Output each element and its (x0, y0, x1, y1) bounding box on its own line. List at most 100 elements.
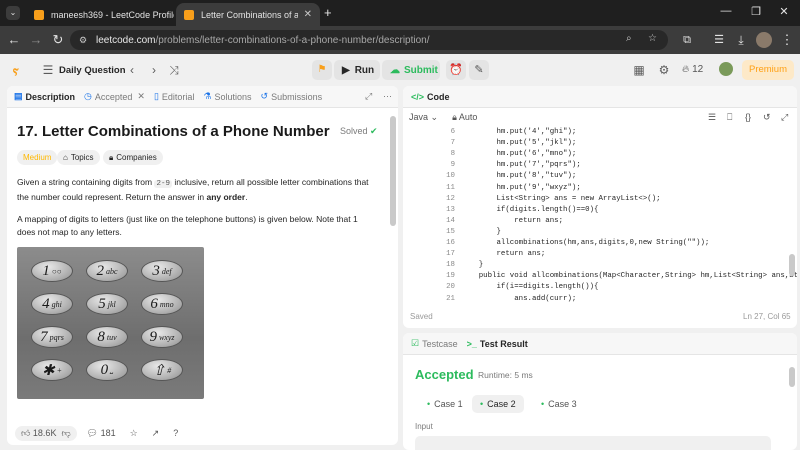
pass-dot-icon: • (480, 399, 484, 409)
code-editor[interactable]: 6 hm.put('4',"ghi"); 7 hm.put('5',"jkl");… (403, 126, 797, 306)
daily-question-link[interactable]: Daily Question (59, 65, 126, 76)
comment-button[interactable]: 💬︎ 181 (87, 428, 116, 439)
next-problem-icon[interactable]: › (146, 62, 162, 78)
favorite-star-icon[interactable]: ☆ (130, 428, 138, 439)
shuffle-icon[interactable]: ⤨ (166, 62, 182, 78)
case-3-tab[interactable]: • Case 3 (533, 395, 585, 413)
tab-solutions[interactable]: ⚗ Solutions (203, 91, 251, 102)
tag-icon: ⌂ (63, 153, 68, 162)
cloud-upload-icon: ☁ (390, 64, 400, 76)
test-panel-tabs: ☑ Testcase >_ Test Result (403, 333, 797, 355)
reload-icon[interactable]: ↻ (49, 31, 67, 49)
tab-test-result[interactable]: >_ Test Result (467, 339, 528, 349)
profile-avatar[interactable] (756, 32, 772, 48)
forward-icon[interactable]: → (27, 31, 45, 49)
download-icon[interactable]: ⤓ (732, 31, 750, 49)
premium-button[interactable]: Premium (742, 60, 794, 80)
thumbs-down-icon[interactable]: 👎︎ (61, 428, 70, 439)
panel-menu-icon[interactable]: ⋯ (383, 91, 392, 102)
bookmark-icon[interactable]: ⎕ (727, 112, 732, 123)
run-button[interactable]: ▶ Run (334, 60, 380, 80)
leetcode-logo-icon[interactable]: ⲋ (13, 62, 27, 78)
layout-icon[interactable]: ▦ (631, 62, 647, 78)
line-number: 13 (446, 205, 455, 214)
submit-button[interactable]: ☁ Submit (382, 60, 440, 80)
statement-text: Given a string containing digits from (17, 177, 155, 187)
line-text: hm.put('8',"tuv"); (461, 172, 577, 181)
tab-search-icon[interactable]: ⌄ (6, 6, 20, 20)
tab-submissions[interactable]: ↺ Submissions (261, 91, 323, 102)
tab-testcase[interactable]: ☑ Testcase (411, 338, 458, 349)
description-scrollbar[interactable] (390, 116, 396, 226)
notes-icon[interactable]: ✎ (469, 60, 489, 80)
code-panel: </> Code Java ⌄ 🔒︎ Auto ☰ ⎕ {} ↺ ⤢ 6 hm.… (403, 86, 797, 328)
line-number: 21 (446, 294, 455, 303)
debugger-icon[interactable]: ⚑ (312, 60, 332, 80)
close-tab-icon[interactable]: ✕ (137, 91, 145, 102)
language-select[interactable]: Java ⌄ (409, 112, 438, 123)
streak-counter[interactable]: 🔥︎ 12 (682, 64, 703, 75)
user-avatar[interactable] (719, 62, 733, 76)
flask-icon: ⚗ (203, 91, 212, 101)
fullscreen-icon[interactable]: ⤢ (781, 112, 788, 123)
media-icon[interactable]: ☰ (710, 31, 728, 49)
browser-tab-problem[interactable]: Letter Combinations of a Phone ✕ (176, 3, 320, 26)
key-digit: 6 (150, 295, 158, 312)
address-bar[interactable]: ⚙ leetcode.com/problems/letter-combinati… (70, 30, 668, 50)
phone-keypad-image: 1 ○○ 2 abc 3 def 4 ghi 5 jkl 6 mno 7 pqrs 8 tuv 9 wxyz ✱ +0… (17, 247, 204, 399)
language-value: Java (409, 111, 429, 122)
settings-gear-icon[interactable]: ⚙ (656, 62, 672, 78)
tab-label: Editorial (161, 91, 195, 102)
topics-chip[interactable]: ⌂ Topics (57, 150, 100, 165)
line-text: List<String> ans = new ArrayList<>(); (461, 194, 661, 203)
key-letters: abc (105, 266, 118, 276)
terminal-icon: >_ (466, 338, 477, 349)
new-tab-icon[interactable]: + (324, 5, 332, 20)
reset-icon[interactable]: ↺ (763, 112, 771, 123)
extensions-icon[interactable]: ⧉ (678, 31, 696, 49)
key-digit: 0 (100, 361, 109, 378)
key-letters: ghi (51, 299, 62, 309)
keypad-key: 5 jkl (86, 293, 128, 315)
case-1-tab[interactable]: • Case 1 (419, 395, 471, 413)
thumbs-up-icon: 👍︎ (21, 427, 31, 438)
close-window-icon[interactable]: ✕ (774, 5, 794, 18)
braces-icon[interactable]: {} (745, 112, 751, 122)
share-icon[interactable]: ↗ (152, 428, 160, 439)
help-icon[interactable]: ? (173, 428, 178, 438)
companies-chip[interactable]: 🔒︎ Companies (103, 150, 163, 165)
comment-count: 181 (100, 427, 116, 438)
format-icon[interactable]: ☰ (708, 112, 716, 123)
code-line: 7 hm.put('5',"jkl"); (403, 138, 797, 149)
code-panel-title: Code (427, 91, 450, 102)
case-2-tab[interactable]: • Case 2 (472, 395, 524, 413)
code-icon: </> (411, 91, 425, 102)
problem-list-icon[interactable]: ☰ (40, 62, 56, 78)
line-number: 14 (446, 216, 455, 225)
case-label: Case 1 (434, 399, 463, 409)
keypad-key: 0 ⎵ (86, 359, 128, 381)
code-line: 18 } (403, 260, 797, 271)
line-text: if(digits.length()==0){ (461, 205, 599, 214)
browser-tab-profile[interactable]: maneesh369 - LeetCode Profile ✕ (26, 3, 174, 26)
tab-accepted[interactable]: ◷ Accepted ✕ (84, 91, 145, 102)
close-tab-icon[interactable]: ✕ (298, 9, 312, 20)
code-scrollbar[interactable] (789, 254, 795, 276)
restore-icon[interactable]: ❐ (746, 5, 766, 18)
maximize-icon[interactable]: ⤢ (365, 91, 372, 102)
tab-editorial[interactable]: ▯ Editorial (154, 91, 194, 102)
like-button[interactable]: 👍︎ 18.6K 👎︎ (15, 425, 77, 441)
timer-icon[interactable]: ⏰ (446, 60, 466, 80)
back-icon[interactable]: ← (5, 31, 23, 49)
prev-problem-icon[interactable]: ‹ (124, 62, 140, 78)
zoom-icon[interactable]: ⌕ (626, 33, 632, 44)
bookmark-star-icon[interactable]: ☆ (648, 33, 657, 44)
leetcode-favicon-icon (184, 9, 194, 20)
tab-description[interactable]: ▤ Description (14, 91, 75, 102)
autosave-indicator[interactable]: 🔒︎ Auto (452, 112, 477, 123)
minimize-icon[interactable]: — (716, 5, 736, 17)
browser-menu-icon[interactable]: ⋮ (778, 31, 796, 49)
tab-label: Description (25, 91, 76, 102)
site-info-icon[interactable]: ⚙ (79, 35, 87, 46)
test-scrollbar[interactable] (789, 367, 795, 387)
